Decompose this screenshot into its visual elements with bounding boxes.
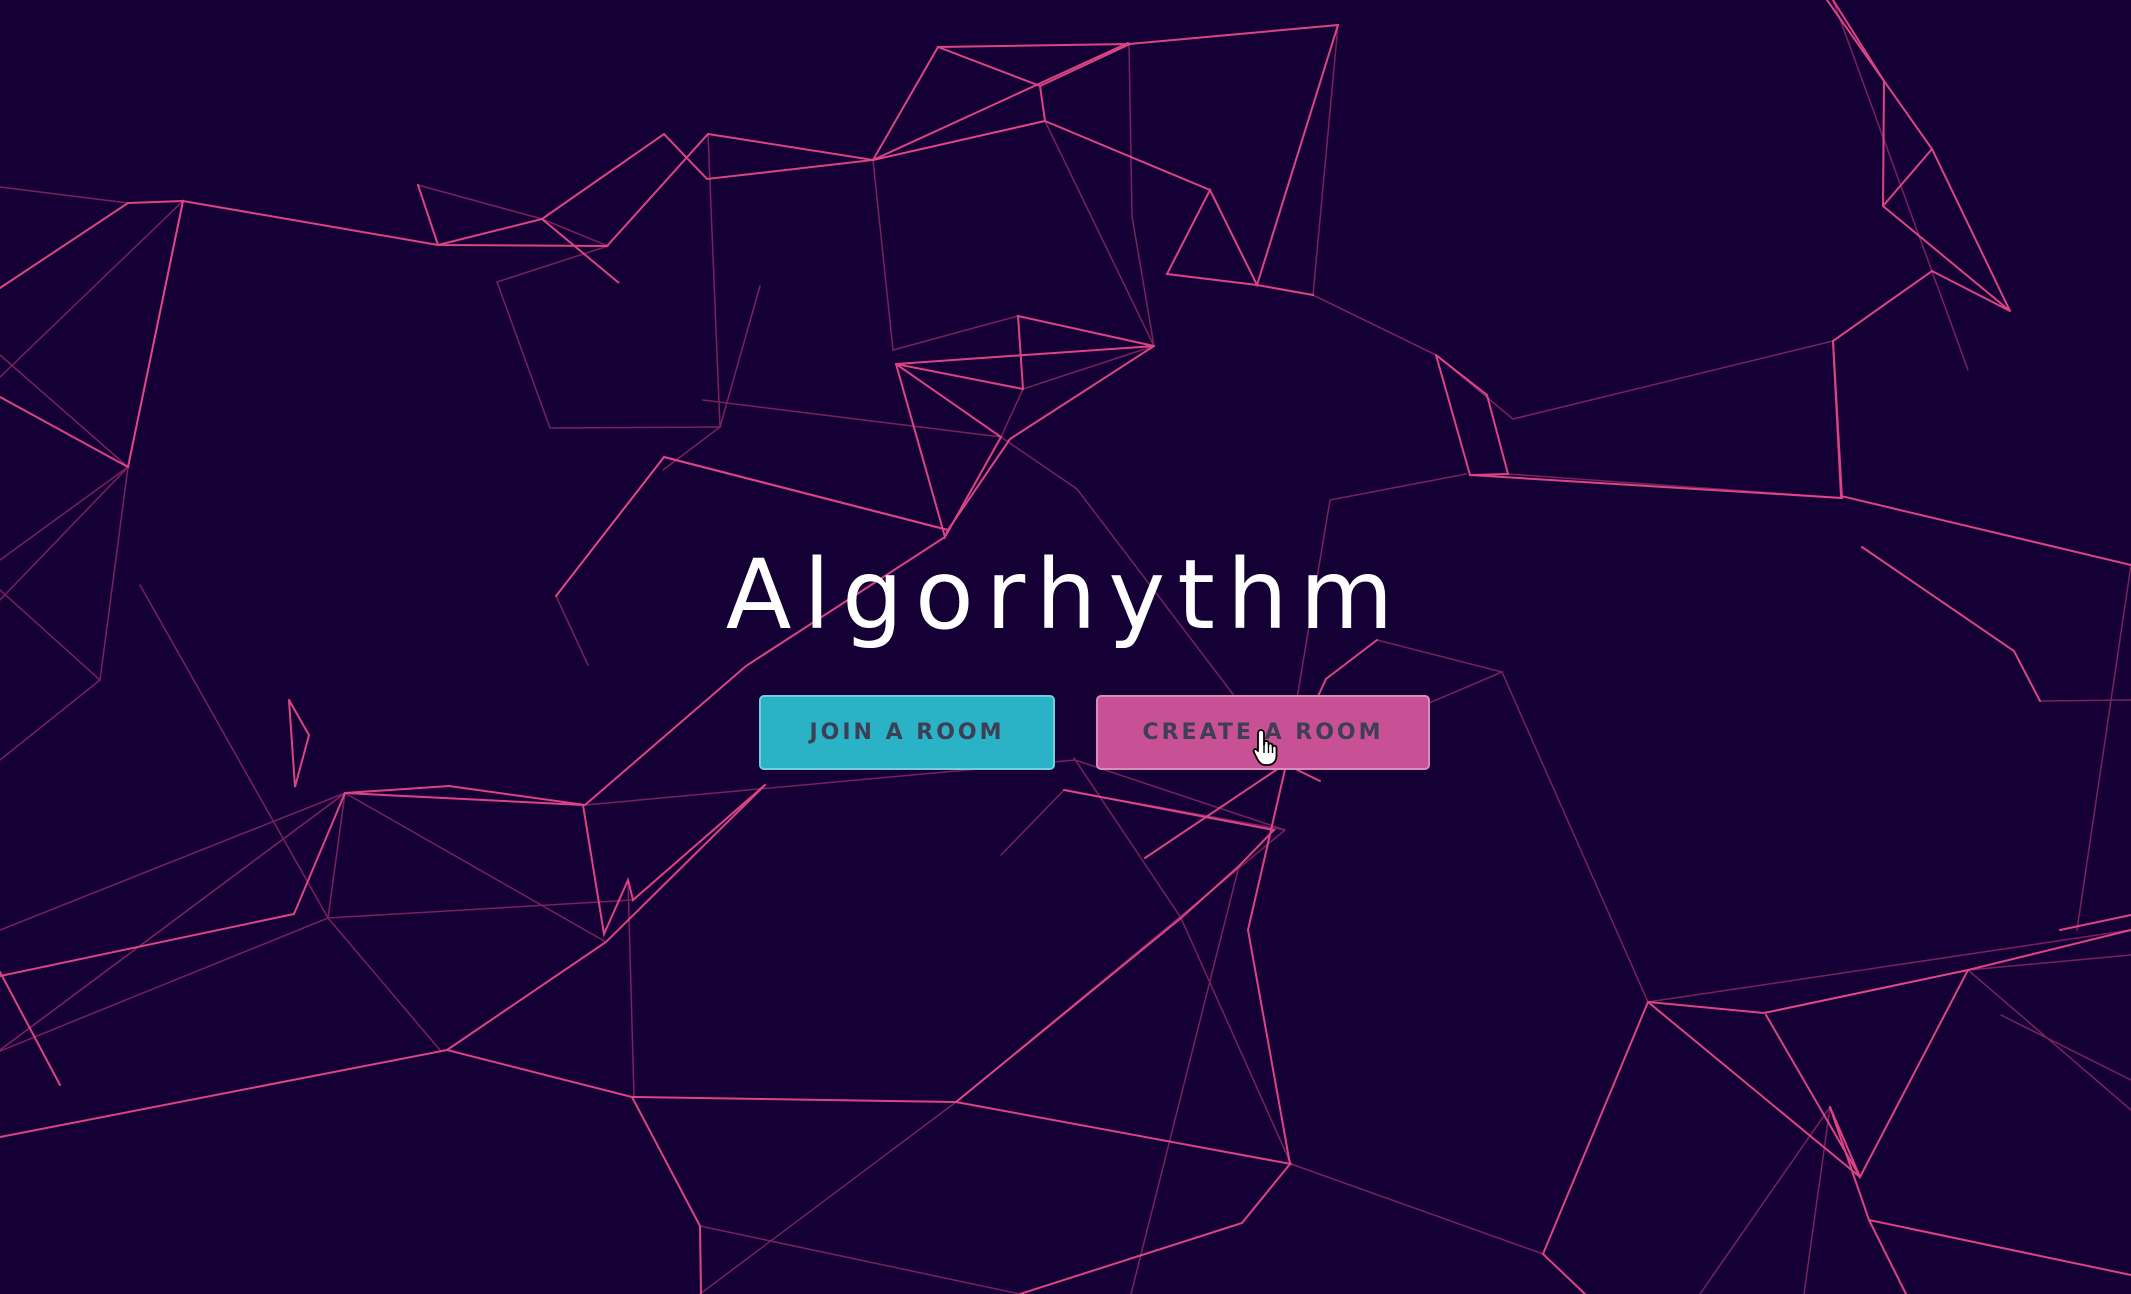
hero-section: Algorhythm JOIN A ROOM CREATE A ROOM xyxy=(0,0,2131,1294)
app-title: Algorhythm xyxy=(725,539,1406,651)
join-room-label: JOIN A ROOM xyxy=(809,720,1005,745)
join-room-button[interactable]: JOIN A ROOM xyxy=(759,695,1055,770)
hand-pointer-icon xyxy=(1252,729,1278,766)
